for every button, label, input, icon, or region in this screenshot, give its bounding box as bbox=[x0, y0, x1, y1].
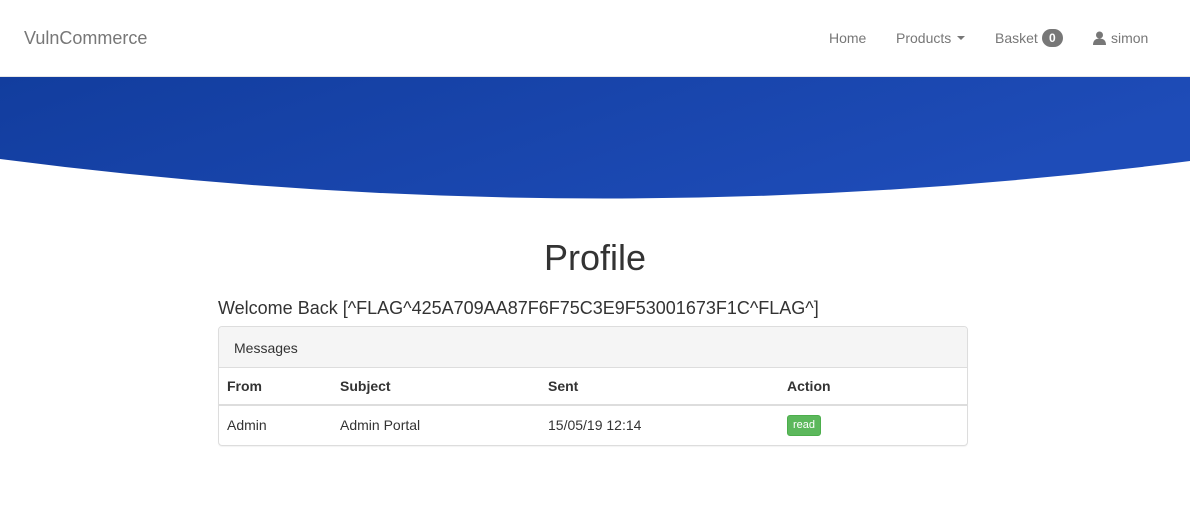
brand-logo[interactable]: VulnCommerce bbox=[24, 28, 147, 49]
read-button[interactable]: read bbox=[787, 414, 822, 436]
message-subject: Admin Portal bbox=[340, 417, 421, 433]
messages-panel-heading: Messages bbox=[219, 327, 967, 368]
nav-user-link[interactable]: simon bbox=[1093, 30, 1148, 46]
messages-table: From Subject Sent Action Admin Admin Por… bbox=[219, 368, 967, 444]
caret-down-icon bbox=[957, 36, 966, 40]
column-header-action: Action bbox=[779, 368, 967, 406]
nav-basket-link[interactable]: Basket 0 bbox=[995, 29, 1063, 47]
top-navbar: VulnCommerce Home Products Basket 0 simo… bbox=[0, 0, 1190, 77]
nav-user-label: simon bbox=[1111, 30, 1149, 46]
nav-products-dropdown[interactable]: Products bbox=[896, 30, 966, 46]
nav-basket-label: Basket bbox=[995, 30, 1038, 46]
welcome-message: Welcome Back [^FLAG^425A709AA87F6F75C3E9… bbox=[218, 298, 819, 318]
nav-products-label: Products bbox=[896, 30, 952, 46]
column-header-from: From bbox=[219, 368, 332, 406]
column-header-sent: Sent bbox=[540, 368, 779, 406]
column-header-subject: Subject bbox=[332, 368, 540, 406]
hero-banner bbox=[0, 77, 1190, 199]
basket-count-badge: 0 bbox=[1041, 29, 1063, 47]
user-icon bbox=[1093, 31, 1106, 45]
table-row: Admin Admin Portal 15/05/19 12:14 read bbox=[219, 405, 967, 444]
nav-home-link[interactable]: Home bbox=[829, 30, 866, 46]
message-from: Admin bbox=[227, 417, 267, 433]
page-title: Profile bbox=[543, 237, 647, 278]
table-header-row: From Subject Sent Action bbox=[219, 368, 967, 406]
message-sent: 15/05/19 12:14 bbox=[548, 417, 642, 433]
message-action-cell: read bbox=[779, 405, 967, 444]
messages-panel: Messages From Subject Sent Action Admin … bbox=[218, 326, 968, 446]
